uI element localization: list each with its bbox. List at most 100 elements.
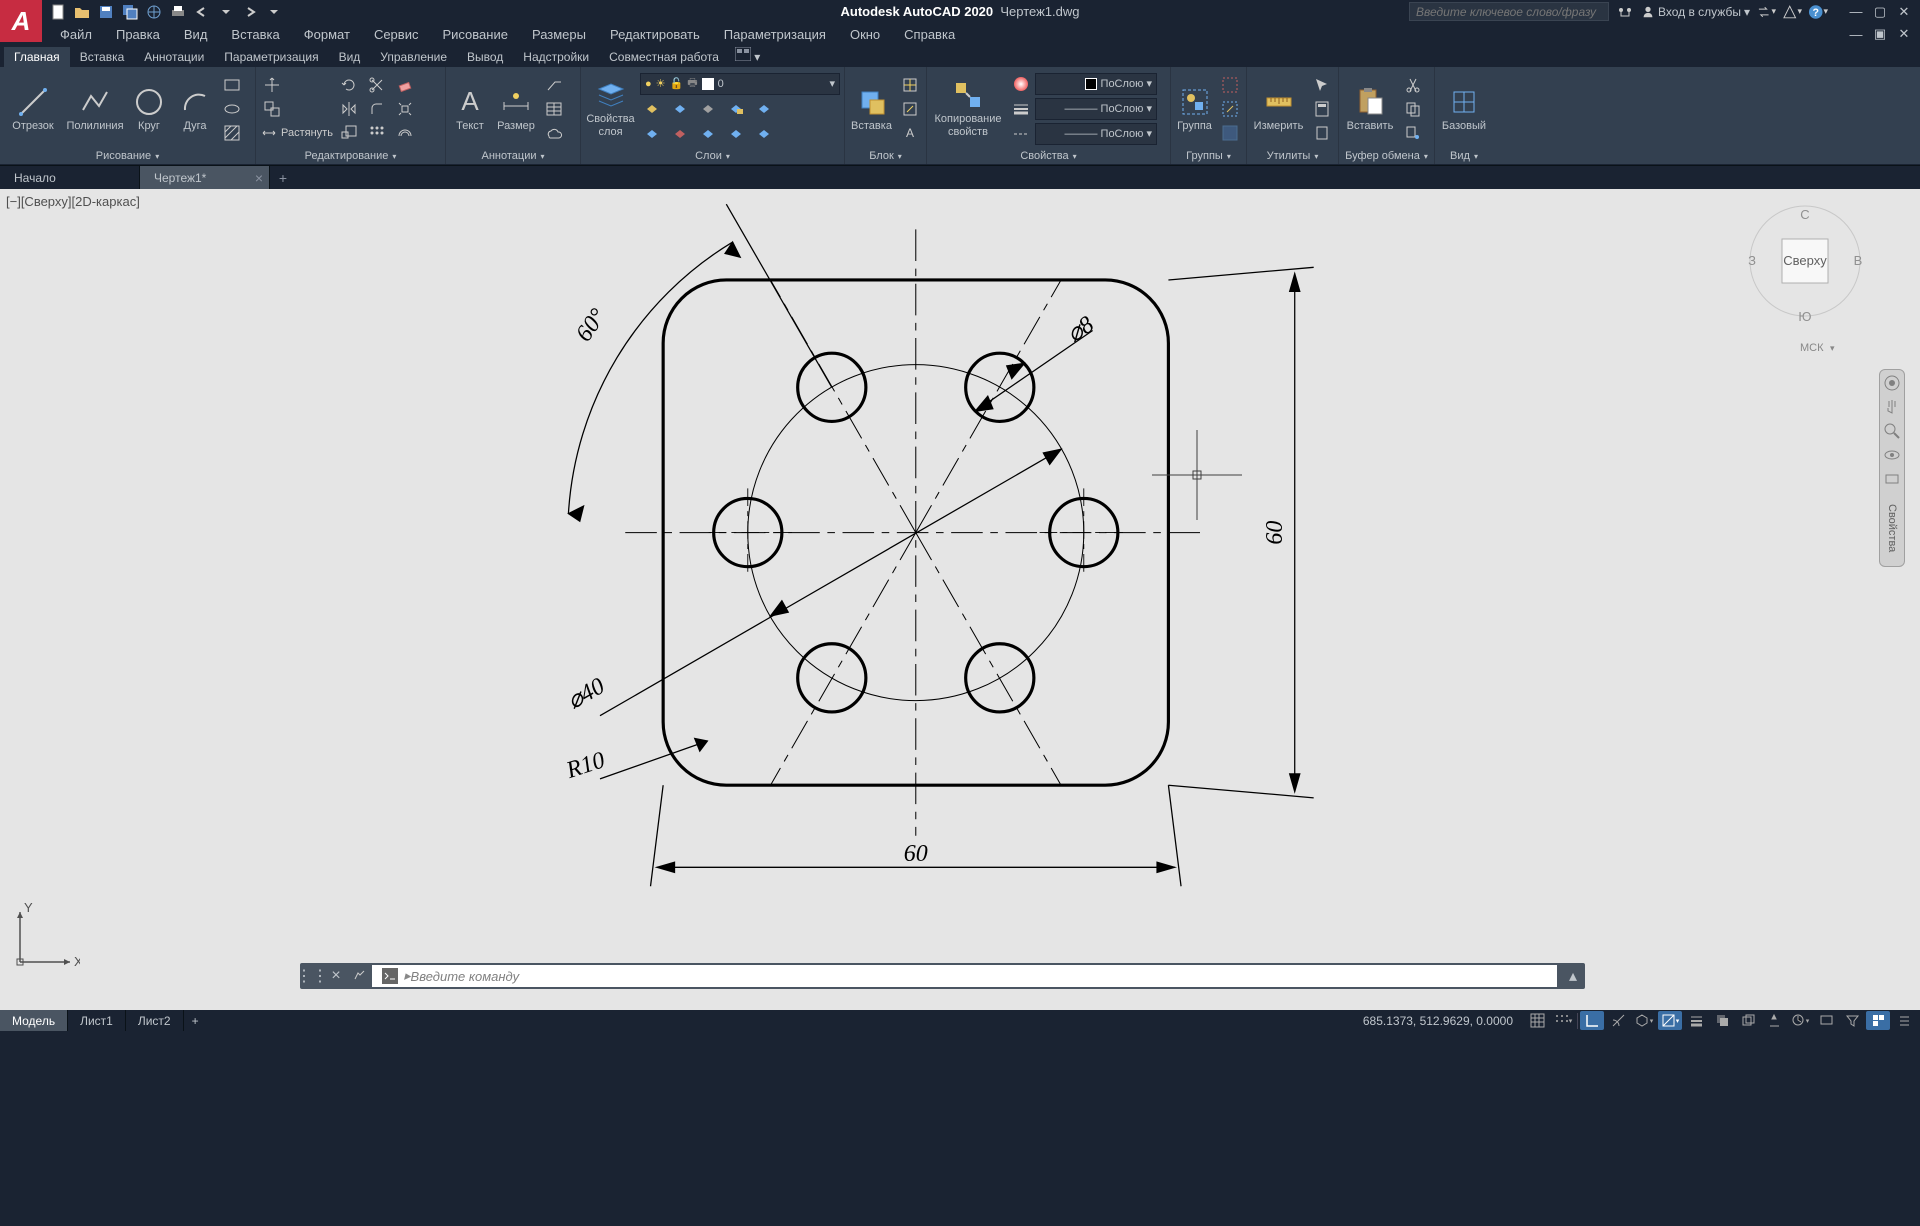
insert-button[interactable]: Вставка bbox=[849, 74, 894, 144]
menu-edit[interactable]: Правка bbox=[104, 25, 172, 44]
qat-web-icon[interactable] bbox=[144, 2, 164, 22]
mirror-icon[interactable] bbox=[337, 98, 361, 120]
ribbon-tab-addins[interactable]: Надстройки bbox=[513, 47, 599, 67]
command-input[interactable]: ▸ Введите команду bbox=[372, 965, 1557, 987]
qat-redo-icon[interactable] bbox=[240, 2, 260, 22]
app-menu-icon[interactable]: A bbox=[0, 0, 42, 42]
line-button[interactable]: Отрезок bbox=[4, 74, 62, 144]
offset-icon[interactable] bbox=[393, 122, 417, 144]
qat-open-icon[interactable] bbox=[72, 2, 92, 22]
menu-modify[interactable]: Редактировать bbox=[598, 25, 712, 44]
orbit-icon[interactable] bbox=[1883, 446, 1901, 464]
group-button[interactable]: Группа bbox=[1175, 74, 1214, 144]
menu-dimension[interactable]: Размеры bbox=[520, 25, 598, 44]
layer-on-icon[interactable] bbox=[640, 123, 664, 145]
add-tab-button[interactable]: + bbox=[270, 170, 296, 186]
clipbase-icon[interactable] bbox=[1401, 122, 1425, 144]
trim-icon[interactable] bbox=[365, 74, 389, 96]
cmd-customize-icon[interactable] bbox=[348, 964, 372, 988]
menu-file[interactable]: Файл bbox=[48, 25, 104, 44]
paste-icon[interactable] bbox=[1310, 122, 1334, 144]
cycling-icon[interactable] bbox=[1736, 1011, 1760, 1030]
menu-view[interactable]: Вид bbox=[172, 25, 220, 44]
file-tab-start[interactable]: Начало bbox=[0, 166, 140, 190]
layer-freeze-icon[interactable] bbox=[696, 98, 720, 120]
layout-tab-model[interactable]: Модель bbox=[0, 1010, 68, 1031]
login-link[interactable]: Вход в службы ▾ bbox=[1641, 5, 1750, 19]
attr-icon[interactable]: A bbox=[898, 122, 922, 144]
qat-new-icon[interactable] bbox=[48, 2, 68, 22]
ribbon-tab-output[interactable]: Вывод bbox=[457, 47, 513, 67]
snap-toggle-icon[interactable]: ▾ bbox=[1551, 1011, 1575, 1030]
layer-lock-icon[interactable] bbox=[724, 98, 748, 120]
group-edit-icon[interactable] bbox=[1218, 98, 1242, 120]
stretch-icon[interactable]: Растянуть bbox=[260, 122, 333, 144]
cmd-close-icon[interactable]: × bbox=[324, 964, 348, 988]
close-tab-icon[interactable]: × bbox=[255, 170, 263, 186]
connect-icon[interactable] bbox=[1615, 2, 1635, 22]
erase-icon[interactable] bbox=[393, 74, 417, 96]
maximize-button[interactable]: ▢ bbox=[1868, 2, 1892, 22]
ortho-toggle-icon[interactable] bbox=[1580, 1011, 1604, 1030]
array-icon[interactable] bbox=[365, 122, 389, 144]
ribbon-tab-featured[interactable]: ▾ bbox=[729, 44, 766, 67]
menu-tools[interactable]: Сервис bbox=[362, 25, 431, 44]
menu-parametric[interactable]: Параметризация bbox=[712, 25, 838, 44]
close-button[interactable]: ✕ bbox=[1892, 2, 1916, 22]
panel-groups-label[interactable]: Группы bbox=[1175, 148, 1242, 164]
qat-save-icon[interactable] bbox=[96, 2, 116, 22]
coordinates-display[interactable]: 685.1373, 512.9629, 0.0000 bbox=[1353, 1014, 1523, 1028]
drawing-area[interactable]: [−][Сверху][2D-каркас] bbox=[0, 189, 1920, 1010]
filtertoggle-icon[interactable] bbox=[1840, 1011, 1864, 1030]
panel-view-label[interactable]: Вид bbox=[1439, 148, 1489, 164]
color-selector[interactable]: ПоСлою ▾ bbox=[1035, 73, 1157, 95]
panel-utilities-label[interactable]: Утилиты bbox=[1251, 148, 1334, 164]
scale-icon[interactable] bbox=[337, 122, 361, 144]
transparency-toggle-icon[interactable] bbox=[1710, 1011, 1734, 1030]
qp-icon[interactable] bbox=[1866, 1011, 1890, 1030]
arc-button[interactable]: Дуга bbox=[174, 74, 216, 144]
menu-window[interactable]: Окно bbox=[838, 25, 892, 44]
panel-annotation-label[interactable]: Аннотации bbox=[450, 148, 576, 164]
paste-button[interactable]: Вставить bbox=[1343, 74, 1397, 144]
layer-off-icon[interactable] bbox=[640, 98, 664, 120]
menu-draw[interactable]: Рисование bbox=[430, 25, 519, 44]
fillet-icon[interactable] bbox=[365, 98, 389, 120]
clipcopy-icon[interactable] bbox=[1401, 98, 1425, 120]
search-input[interactable] bbox=[1409, 2, 1609, 21]
panel-layers-label[interactable]: Слои bbox=[585, 148, 840, 164]
lineweight-selector[interactable]: ——— ПоСлою ▾ bbox=[1035, 98, 1157, 120]
cmd-handle-icon[interactable]: ⋮⋮ bbox=[300, 964, 324, 988]
doc-restore-button[interactable]: ▣ bbox=[1868, 24, 1892, 44]
workspace-icon[interactable]: ▾ bbox=[1788, 1011, 1812, 1030]
panel-draw-label[interactable]: Рисование bbox=[4, 148, 251, 164]
ucs-icon[interactable]: X Y bbox=[10, 902, 80, 972]
nav-bar[interactable]: Свойства bbox=[1879, 369, 1905, 567]
edit-block-icon[interactable] bbox=[898, 98, 922, 120]
nav-props-label[interactable]: Свойства bbox=[1886, 494, 1898, 562]
linetype-icon[interactable] bbox=[1009, 123, 1033, 145]
base-view-button[interactable]: Базовый bbox=[1439, 74, 1489, 144]
pan-icon[interactable] bbox=[1883, 398, 1901, 416]
command-line[interactable]: ⋮⋮ × ▸ Введите команду ▴ bbox=[300, 963, 1585, 989]
leader-icon[interactable] bbox=[542, 74, 566, 96]
color-wheel-icon[interactable] bbox=[1009, 73, 1033, 95]
qat-plot-icon[interactable] bbox=[168, 2, 188, 22]
ungroup-icon[interactable] bbox=[1218, 74, 1242, 96]
move-icon[interactable] bbox=[260, 74, 284, 96]
ribbon-tab-insert[interactable]: Вставка bbox=[70, 47, 135, 67]
ribbon-tab-view[interactable]: Вид bbox=[329, 47, 371, 67]
customize-status-icon[interactable] bbox=[1892, 1011, 1916, 1030]
layer-match-icon[interactable] bbox=[752, 98, 776, 120]
autodesk-icon[interactable]: ▾ bbox=[1782, 2, 1802, 22]
create-block-icon[interactable] bbox=[898, 74, 922, 96]
qat-saveas-icon[interactable] bbox=[120, 2, 140, 22]
drawing-canvas[interactable]: 60 60 60° R10 bbox=[0, 189, 1920, 1226]
layer-selector[interactable]: ●☀🔓🖶0▾ bbox=[640, 73, 840, 95]
isoplane-icon[interactable]: ▾ bbox=[1632, 1011, 1656, 1030]
menu-insert[interactable]: Вставка bbox=[219, 25, 291, 44]
qat-redo-drop-icon[interactable] bbox=[264, 2, 284, 22]
file-tab-drawing[interactable]: Чертеж1*× bbox=[140, 166, 270, 190]
cmd-history-icon[interactable]: ▴ bbox=[1561, 964, 1585, 988]
rotate-icon[interactable] bbox=[337, 74, 361, 96]
